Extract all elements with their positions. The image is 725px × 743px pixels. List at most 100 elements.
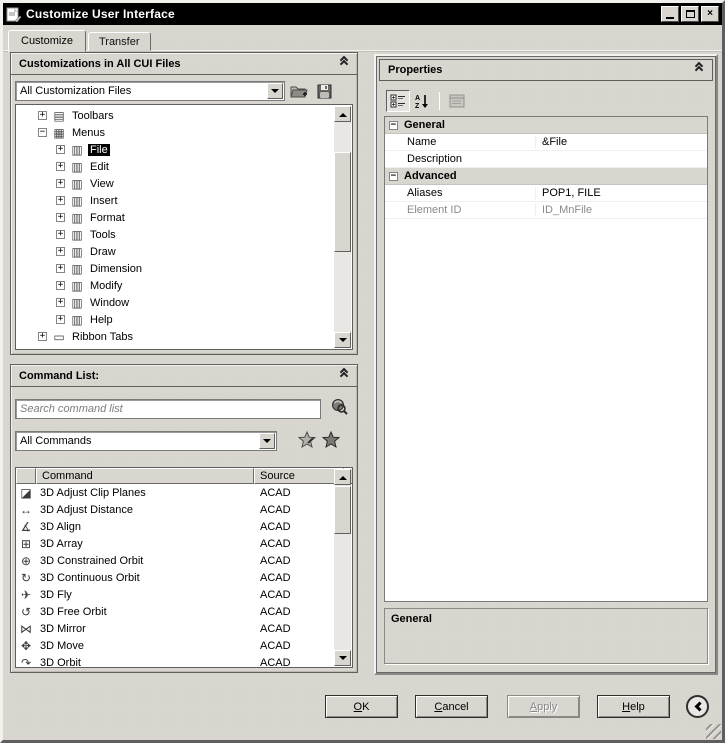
tree-item-modify[interactable]: +▥Modify — [28, 277, 334, 294]
command-row-3d-adjust-clip-planes[interactable]: ◪3D Adjust Clip PlanesACAD — [16, 484, 334, 501]
command-row-3d-fly[interactable]: ✈3D FlyACAD — [16, 586, 334, 603]
expand-expander-icon[interactable]: + — [56, 162, 65, 171]
command-scrollbar-thumb[interactable] — [334, 486, 351, 534]
expand-expander-icon[interactable]: + — [56, 264, 65, 273]
tab-customize[interactable]: Customize — [8, 30, 86, 52]
property-row-name[interactable]: Name&File — [385, 134, 707, 151]
3d-continuous-orbit-icon: ↻ — [16, 571, 36, 585]
tree-item-help[interactable]: +▥Help — [28, 311, 334, 328]
ribbon-tabs-icon: ▭ — [51, 330, 67, 344]
collapse-expander-icon[interactable]: − — [389, 121, 398, 130]
window-title: Customize User Interface — [26, 7, 659, 21]
tree-item-tools[interactable]: +▥Tools — [28, 226, 334, 243]
command-row-3d-continuous-orbit[interactable]: ↻3D Continuous OrbitACAD — [16, 569, 334, 586]
command-row-3d-constrained-orbit[interactable]: ⊕3D Constrained OrbitACAD — [16, 552, 334, 569]
load-cui-file-button[interactable] — [289, 82, 309, 100]
chevron-down-icon[interactable] — [267, 83, 283, 99]
search-button[interactable] — [329, 398, 349, 416]
menu-icon: ▥ — [69, 313, 85, 327]
scroll-up-icon[interactable] — [334, 469, 351, 485]
tree-scrollbar-thumb[interactable] — [334, 152, 351, 252]
menu-icon: ▥ — [69, 211, 85, 225]
properties-panel: Properties A Z — [374, 54, 718, 675]
maximize-button[interactable] — [681, 6, 699, 22]
cancel-button[interactable]: Cancel — [415, 695, 488, 718]
tree-item-edit[interactable]: +▥Edit — [28, 158, 334, 175]
scroll-down-icon[interactable] — [334, 332, 351, 348]
resize-grip[interactable] — [706, 724, 721, 739]
tree-item-window[interactable]: +▥Window — [28, 294, 334, 311]
tree-item-ribbon-panels[interactable]: +▣Ribbon Panels — [28, 345, 334, 349]
command-row-3d-orbit[interactable]: ↷3D OrbitACAD — [16, 654, 334, 667]
source-column-header[interactable]: Source — [254, 468, 344, 484]
command-row-3d-align[interactable]: ∡3D AlignACAD — [16, 518, 334, 535]
expand-expander-icon[interactable]: + — [56, 196, 65, 205]
property-row-description[interactable]: Description — [385, 151, 707, 168]
command-row-3d-array[interactable]: ⊞3D ArrayACAD — [16, 535, 334, 552]
scroll-down-icon[interactable] — [334, 650, 351, 666]
expand-expander-icon[interactable]: + — [56, 145, 65, 154]
properties-title: Properties — [388, 64, 694, 76]
3d-orbit-icon: ↷ — [16, 656, 36, 668]
command-row-3d-free-orbit[interactable]: ↺3D Free OrbitACAD — [16, 603, 334, 620]
customizations-panel-title: Customizations in All CUI Files — [19, 58, 339, 70]
categorized-view-button[interactable] — [386, 90, 410, 112]
chevron-down-icon[interactable] — [259, 433, 275, 449]
expand-expander-icon[interactable]: + — [56, 213, 65, 222]
expand-expander-icon[interactable]: + — [38, 332, 47, 341]
help-button[interactable]: Help — [597, 695, 670, 718]
tree-item-toolbars[interactable]: +▤Toolbars — [28, 107, 334, 124]
property-row-aliases[interactable]: AliasesPOP1, FILE — [385, 185, 707, 202]
collapse-chevron-icon[interactable] — [339, 59, 349, 69]
tree-item-view[interactable]: +▥View — [28, 175, 334, 192]
tree-item-file[interactable]: +▥File — [28, 141, 334, 158]
command-row-3d-adjust-distance[interactable]: ↔3D Adjust DistanceACAD — [16, 501, 334, 518]
collapse-expander-icon[interactable]: − — [389, 172, 398, 181]
expand-expander-icon[interactable]: + — [56, 179, 65, 188]
expand-expander-icon[interactable]: + — [56, 230, 65, 239]
expand-expander-icon[interactable]: + — [56, 298, 65, 307]
tree-item-draw[interactable]: +▥Draw — [28, 243, 334, 260]
find-command-button[interactable] — [321, 431, 341, 449]
apply-button: Apply — [507, 695, 580, 718]
collapse-chevron-icon[interactable] — [339, 371, 349, 381]
collapse-dialog-button[interactable] — [686, 695, 709, 718]
cui-file-filter-combobox[interactable]: All Customization Files — [15, 81, 285, 101]
minimize-button[interactable] — [661, 6, 679, 22]
tree-item-format[interactable]: +▥Format — [28, 209, 334, 226]
close-button[interactable]: × — [701, 6, 719, 22]
command-category-combobox[interactable]: All Commands — [15, 431, 277, 451]
save-cui-file-button[interactable] — [314, 82, 334, 100]
command-category-value: All Commands — [16, 435, 258, 447]
property-value[interactable]: POP1, FILE — [535, 187, 707, 199]
expand-expander-icon[interactable]: + — [56, 247, 65, 256]
command-row-3d-mirror[interactable]: ⋈3D MirrorACAD — [16, 620, 334, 637]
tree-scrollbar[interactable] — [334, 106, 351, 348]
alphabetical-view-button[interactable]: A Z — [410, 90, 434, 112]
tree-item-menus[interactable]: −▦Menus — [28, 124, 334, 141]
tab-transfer[interactable]: Transfer — [88, 32, 151, 51]
expand-expander-icon[interactable]: + — [38, 111, 47, 120]
3d-mirror-icon: ⋈ — [16, 622, 36, 636]
property-category-general[interactable]: −General — [385, 117, 707, 134]
tree-item-insert[interactable]: +▥Insert — [28, 192, 334, 209]
expand-expander-icon[interactable]: + — [56, 315, 65, 324]
sort-az-icon: A Z — [414, 93, 430, 109]
command-column-header[interactable]: Command — [36, 468, 254, 484]
scroll-up-icon[interactable] — [334, 106, 351, 122]
icon-column-header[interactable] — [16, 468, 36, 484]
expand-expander-icon[interactable]: + — [56, 281, 65, 290]
collapse-expander-icon[interactable]: − — [38, 128, 47, 137]
titlebar[interactable]: Customize User Interface × — [3, 3, 722, 25]
command-scrollbar[interactable] — [334, 469, 351, 666]
collapse-chevron-icon[interactable] — [694, 65, 704, 75]
create-new-command-button[interactable] — [297, 431, 317, 449]
property-row-element-id[interactable]: Element IDID_MnFile — [385, 202, 707, 219]
tree-item-ribbon-tabs[interactable]: +▭Ribbon Tabs — [28, 328, 334, 345]
command-row-3d-move[interactable]: ✥3D MoveACAD — [16, 637, 334, 654]
property-value[interactable]: &File — [535, 136, 707, 148]
tree-item-dimension[interactable]: +▥Dimension — [28, 260, 334, 277]
search-command-input[interactable] — [15, 399, 321, 419]
property-category-advanced[interactable]: −Advanced — [385, 168, 707, 185]
ok-button[interactable]: OK — [325, 695, 398, 718]
